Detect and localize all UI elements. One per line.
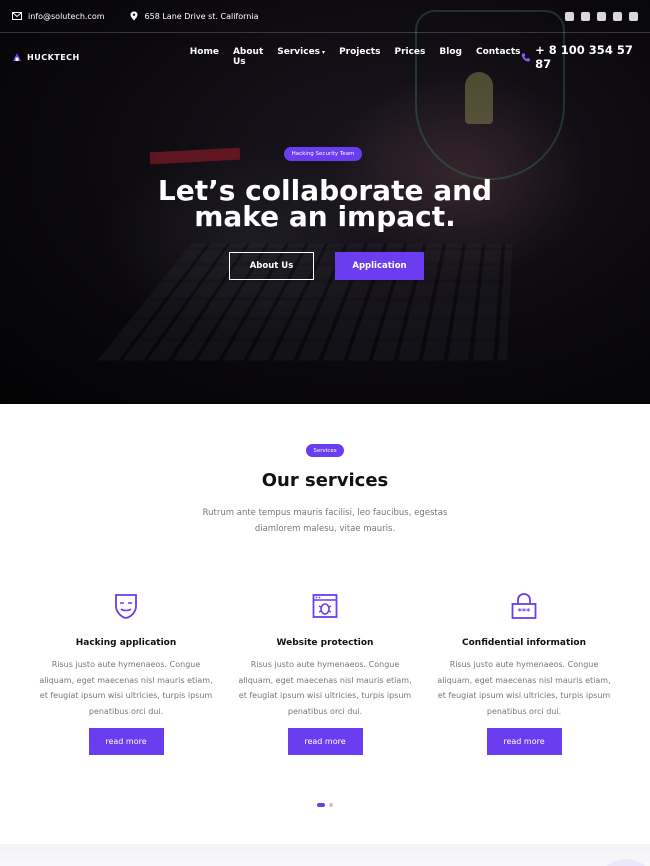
phone-contact[interactable]: + 8 100 354 57 87 xyxy=(521,43,638,71)
nav-menu: Home About Us Services ▾ Projects Prices … xyxy=(190,47,521,67)
brand-name: HUCKTECH xyxy=(27,52,80,62)
about-us-button[interactable]: About Us xyxy=(229,252,314,280)
application-button[interactable]: Application xyxy=(335,252,424,280)
password-lock-icon: *** xyxy=(511,593,537,619)
hero-title-line2: make an impact. xyxy=(194,200,456,233)
hero-title: Let’s collaborate and make an impact. xyxy=(0,177,650,233)
linkedin-icon[interactable] xyxy=(629,11,638,21)
address-contact: 658 Lane Drive st. California xyxy=(129,11,259,21)
carousel-dot[interactable] xyxy=(329,803,333,807)
service-card-text: Risus justo aute hymenaeos. Congue aliqu… xyxy=(39,660,213,716)
nav-item-services-label: Services xyxy=(277,47,321,57)
hero-section: info@solutech.com 658 Lane Drive st. Cal… xyxy=(0,0,650,404)
chevron-down-icon: ▾ xyxy=(322,49,326,56)
services-title: Our services xyxy=(261,470,389,491)
services-tag-badge: Services xyxy=(306,444,344,457)
svg-text:***: *** xyxy=(518,607,531,616)
service-card-hacking: Hacking application Risus justo aute hym… xyxy=(36,592,216,755)
service-card-title: Hacking application xyxy=(75,638,177,648)
email-text: info@solutech.com xyxy=(28,11,105,21)
brand-logo[interactable]: HUCKTECH xyxy=(12,52,80,62)
service-card-confidential: *** Confidential information Risus justo… xyxy=(434,592,614,755)
github-icon[interactable] xyxy=(613,11,622,21)
services-section: Services Our services Rutrum ante tempus… xyxy=(0,404,650,866)
browser-bug-icon xyxy=(312,594,338,618)
twitter-icon[interactable] xyxy=(581,11,590,21)
phone-number: + 8 100 354 57 87 xyxy=(535,43,633,71)
read-more-button[interactable]: read more xyxy=(287,728,363,755)
service-card-title: Confidential information xyxy=(462,638,586,648)
nav-item-services[interactable]: Services ▾ xyxy=(277,47,325,67)
email-contact[interactable]: info@solutech.com xyxy=(12,11,105,21)
top-bar: info@solutech.com 658 Lane Drive st. Cal… xyxy=(0,0,650,33)
services-subtitle: Rutrum ante tempus mauris facilisi, leo … xyxy=(202,508,448,534)
address-text: 658 Lane Drive st. California xyxy=(144,11,259,21)
service-card-text: Risus justo aute hymenaeos. Congue aliqu… xyxy=(437,660,611,716)
location-pin-icon xyxy=(130,11,138,21)
nav-item-about[interactable]: About Us xyxy=(233,47,263,67)
mask-icon xyxy=(115,594,137,619)
next-section-edge xyxy=(0,844,650,866)
nav-item-home[interactable]: Home xyxy=(190,47,219,67)
service-card-title: Website protection xyxy=(276,638,374,648)
social-links xyxy=(565,11,638,21)
carousel-dot-active[interactable] xyxy=(317,803,325,807)
mail-icon xyxy=(12,12,22,20)
nav-item-projects[interactable]: Projects xyxy=(339,47,380,67)
phone-icon xyxy=(521,52,530,62)
youtube-icon[interactable] xyxy=(597,11,606,21)
facebook-icon[interactable] xyxy=(565,11,574,21)
nav-item-contacts[interactable]: Contacts xyxy=(476,47,521,67)
service-card-text: Risus justo aute hymenaeos. Congue aliqu… xyxy=(238,660,412,716)
read-more-button[interactable]: read more xyxy=(88,728,164,755)
hero-tag-badge: Hacking Security Team xyxy=(284,147,362,161)
service-card-website: Website protection Risus justo aute hyme… xyxy=(235,592,415,755)
logo-icon xyxy=(13,53,21,61)
nav-item-blog[interactable]: Blog xyxy=(439,47,462,67)
nav-item-prices[interactable]: Prices xyxy=(394,47,425,67)
read-more-button[interactable]: read more xyxy=(486,728,562,755)
carousel-dots xyxy=(317,803,333,807)
main-nav: HUCKTECH Home About Us Services ▾ Project… xyxy=(0,33,650,81)
